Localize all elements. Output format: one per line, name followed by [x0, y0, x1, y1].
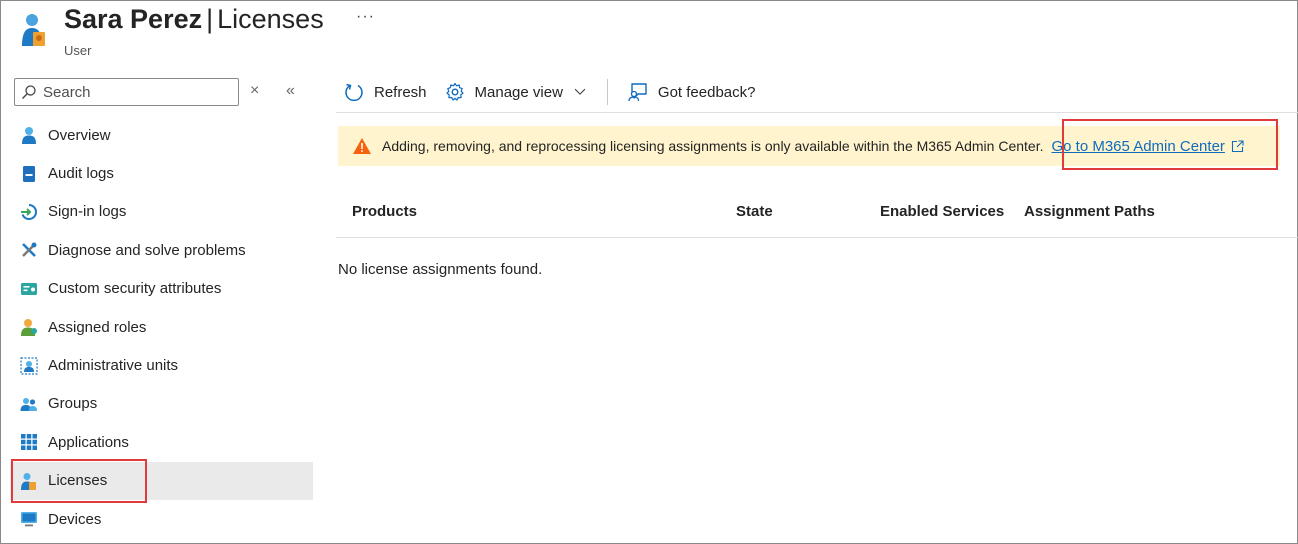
link-highlight-box — [1062, 119, 1278, 170]
refresh-label: Refresh — [374, 83, 427, 101]
feedback-label: Got feedback? — [657, 83, 756, 101]
manage-view-label: Manage view — [474, 83, 563, 101]
sign-in-icon — [20, 203, 38, 221]
refresh-button[interactable]: Refresh — [344, 82, 427, 102]
page-subtitle: User — [64, 43, 92, 58]
column-header-products[interactable]: Products — [352, 203, 417, 220]
device-icon — [20, 510, 38, 528]
sidebar-item-groups[interactable]: Groups — [10, 385, 313, 423]
manage-view-button[interactable]: Manage view — [445, 82, 587, 102]
empty-state-message: No license assignments found. — [338, 261, 543, 278]
admin-units-icon — [20, 356, 38, 375]
gear-icon — [445, 82, 464, 101]
toolbar-divider — [606, 79, 608, 105]
sidebar-item-devices[interactable]: Devices — [10, 500, 313, 538]
sidebar-item-label: Groups — [48, 395, 98, 413]
sidebar-item-label: Custom security attributes — [48, 280, 222, 298]
column-header-enabled-services[interactable]: Enabled Services — [880, 203, 1004, 220]
column-header-state[interactable]: State — [736, 203, 773, 220]
sidebar-item-label: Assigned roles — [48, 318, 147, 336]
chevron-down-icon — [574, 88, 586, 95]
page-title: Sara Perez | Licenses — [64, 4, 324, 35]
user-name: Sara Perez — [64, 4, 203, 34]
sidebar-item-label: Applications — [48, 433, 129, 451]
feedback-icon — [628, 83, 647, 102]
sidebar-item-sign-in-logs[interactable]: Sign-in logs — [10, 193, 313, 231]
search-input[interactable] — [43, 83, 233, 101]
sidebar-item-custom-security-attributes[interactable]: Custom security attributes — [10, 270, 313, 308]
sidebar-item-overview[interactable]: Overview — [10, 116, 313, 154]
grid-icon — [20, 433, 38, 451]
column-header-assignment-paths[interactable]: Assignment Paths — [1024, 203, 1155, 220]
search-icon — [22, 85, 36, 99]
sidebar-item-label: Sign-in logs — [48, 203, 127, 221]
toolbar-divider-line — [336, 112, 1298, 113]
sidebar-item-label: Devices — [48, 510, 102, 528]
search-box[interactable] — [14, 78, 239, 106]
more-options-button[interactable]: ··· — [356, 8, 375, 26]
user-icon — [20, 126, 38, 145]
sidebar-item-assigned-roles[interactable]: Assigned roles — [10, 308, 313, 346]
roles-icon — [20, 318, 38, 337]
collapse-sidebar-button[interactable]: « — [286, 82, 295, 100]
sidebar-item-label: Audit logs — [48, 165, 114, 183]
sidebar-item-applications[interactable]: Applications — [10, 423, 313, 461]
user-license-icon — [22, 14, 45, 46]
licenses-highlight-box — [11, 459, 147, 503]
sidebar-item-administrative-units[interactable]: Administrative units — [10, 346, 313, 384]
sidebar-item-audit-logs[interactable]: Audit logs — [10, 154, 313, 192]
audit-log-icon — [20, 165, 38, 183]
table-header-divider — [336, 237, 1298, 238]
wrench-icon — [20, 241, 38, 259]
sidebar-item-label: Overview — [48, 126, 111, 144]
sidebar-item-label: Administrative units — [48, 357, 179, 375]
sidebar-item-diagnose[interactable]: Diagnose and solve problems — [10, 231, 313, 269]
groups-icon — [20, 395, 38, 413]
refresh-icon — [345, 83, 363, 102]
command-bar: Refresh Manage view Got feedback? — [344, 78, 756, 106]
clear-search-button[interactable]: × — [250, 82, 259, 100]
banner-message: Adding, removing, and reprocessing licen… — [382, 138, 1044, 154]
title-separator: | — [206, 4, 214, 34]
warning-icon — [353, 138, 371, 154]
attributes-icon — [20, 280, 38, 298]
section-name: Licenses — [217, 4, 324, 34]
sidebar-item-label: Diagnose and solve problems — [48, 241, 246, 259]
feedback-button[interactable]: Got feedback? — [628, 82, 756, 102]
